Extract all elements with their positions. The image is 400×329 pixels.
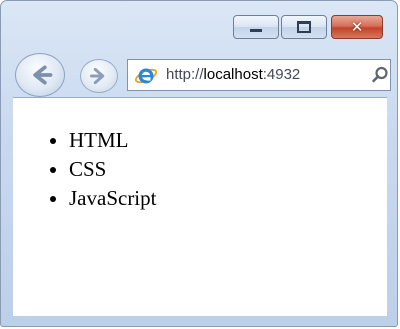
- close-button[interactable]: ✕: [331, 15, 383, 39]
- list-item: HTML: [69, 126, 156, 155]
- list-item: JavaScript: [69, 184, 156, 213]
- address-bar[interactable]: http://localhost:4932: [127, 59, 391, 91]
- list-item: CSS: [69, 155, 156, 184]
- maximize-icon: [297, 21, 311, 33]
- url-host: localhost: [203, 66, 263, 83]
- search-icon[interactable]: [371, 66, 389, 84]
- close-icon: ✕: [350, 18, 364, 36]
- back-button[interactable]: [15, 53, 65, 97]
- minimize-button[interactable]: [233, 15, 279, 39]
- page-content: HTML CSS JavaScript: [13, 97, 387, 316]
- url-scheme: http://: [166, 66, 204, 83]
- forward-arrow-icon: [89, 67, 105, 85]
- browser-window: ✕ http://localhost:4932 • HTML • CSS • J…: [0, 0, 398, 327]
- minimize-icon: [250, 28, 262, 32]
- url-text[interactable]: http://localhost:4932: [166, 66, 366, 83]
- ie-icon: [134, 68, 158, 84]
- title-bar: ✕: [1, 1, 397, 45]
- url-port: :4932: [262, 66, 301, 83]
- back-arrow-icon: [33, 65, 53, 85]
- forward-button[interactable]: [80, 59, 118, 93]
- maximize-button[interactable]: [281, 15, 327, 39]
- navigation-bar: http://localhost:4932: [1, 45, 397, 97]
- item-list: HTML CSS JavaScript: [69, 126, 156, 213]
